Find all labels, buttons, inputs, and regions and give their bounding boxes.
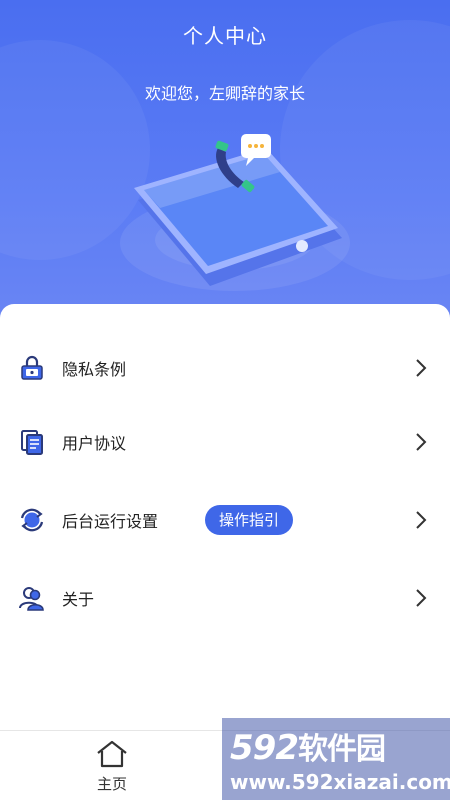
refresh-icon [20, 508, 44, 532]
watermark-logo-text: 软件园 [297, 732, 386, 767]
operation-guide-button[interactable]: 操作指引 [205, 505, 294, 535]
home-icon [97, 740, 127, 768]
users-icon [19, 587, 44, 611]
watermark: 592软件园 www.592xiazai.com [222, 718, 450, 800]
tab-home[interactable]: 主页 [80, 739, 144, 799]
menu-item-user-agreement[interactable]: 用户协议 [0, 412, 450, 472]
menu-item-about[interactable]: 关于 [0, 568, 450, 628]
menu-label-user-agreement: 用户协议 [62, 434, 127, 453]
lock-icon [21, 355, 43, 380]
page-title: 个人中心 [183, 24, 267, 48]
menu-label-background-settings: 后台运行设置 [62, 512, 159, 531]
menu-item-background-settings[interactable]: 后台运行设置 操作指引 [0, 490, 450, 550]
chevron-right-icon [416, 433, 427, 451]
chevron-right-icon [416, 589, 427, 607]
document-icon [21, 430, 43, 455]
welcome-text: 欢迎您，左卿辞的家长 [144, 84, 305, 103]
menu-label-privacy: 隐私条例 [62, 360, 127, 379]
watermark-url: www.592xiazai.com [230, 770, 450, 794]
menu-label-about: 关于 [62, 590, 95, 609]
phone-call-illustration [120, 134, 350, 291]
watermark-logo-number: 592 [230, 728, 299, 768]
profile-header: 个人中心 欢迎您，左卿辞的家长 [0, 0, 450, 330]
tab-home-label: 主页 [96, 775, 127, 793]
chevron-right-icon [416, 511, 427, 529]
settings-card: 隐私条例 用户协议 后台运行设置 操作指引 关于 [0, 304, 450, 732]
chevron-right-icon [416, 359, 427, 377]
menu-item-privacy[interactable]: 隐私条例 [0, 338, 450, 398]
watermark-logo: 592软件园 [230, 724, 386, 768]
